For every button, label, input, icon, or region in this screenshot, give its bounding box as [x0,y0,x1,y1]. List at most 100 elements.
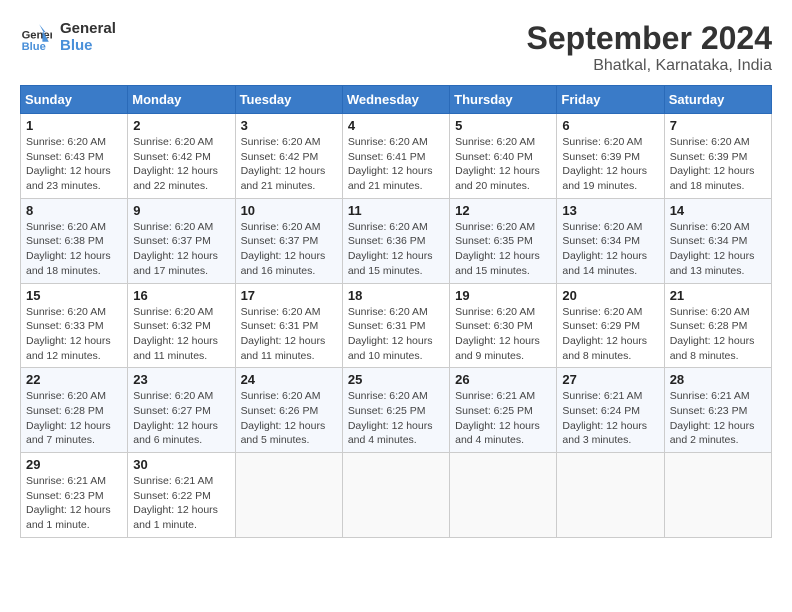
day-cell-13: 13 Sunrise: 6:20 AM Sunset: 6:34 PM Dayl… [557,198,664,283]
day-number: 15 [26,288,122,303]
day-number: 24 [241,372,337,387]
day-number: 6 [562,118,658,133]
day-info: Sunrise: 6:21 AM Sunset: 6:22 PM Dayligh… [133,474,229,533]
empty-cell-w4-d6 [664,453,771,538]
day-info: Sunrise: 6:20 AM Sunset: 6:27 PM Dayligh… [133,389,229,448]
day-cell-9: 9 Sunrise: 6:20 AM Sunset: 6:37 PM Dayli… [128,198,235,283]
day-number: 25 [348,372,444,387]
day-cell-19: 19 Sunrise: 6:20 AM Sunset: 6:30 PM Dayl… [450,283,557,368]
day-info: Sunrise: 6:21 AM Sunset: 6:24 PM Dayligh… [562,389,658,448]
day-number: 12 [455,203,551,218]
col-monday: Monday [128,86,235,114]
empty-cell-w4-d5 [557,453,664,538]
day-number: 27 [562,372,658,387]
day-info: Sunrise: 6:20 AM Sunset: 6:33 PM Dayligh… [26,305,122,364]
day-number: 10 [241,203,337,218]
day-info: Sunrise: 6:20 AM Sunset: 6:30 PM Dayligh… [455,305,551,364]
day-cell-10: 10 Sunrise: 6:20 AM Sunset: 6:37 PM Dayl… [235,198,342,283]
day-cell-4: 4 Sunrise: 6:20 AM Sunset: 6:41 PM Dayli… [342,114,449,199]
day-number: 21 [670,288,766,303]
day-number: 19 [455,288,551,303]
day-number: 4 [348,118,444,133]
calendar-week-3: 15 Sunrise: 6:20 AM Sunset: 6:33 PM Dayl… [21,283,772,368]
day-info: Sunrise: 6:20 AM Sunset: 6:26 PM Dayligh… [241,389,337,448]
day-number: 28 [670,372,766,387]
svg-text:Blue: Blue [22,41,46,53]
day-number: 17 [241,288,337,303]
day-number: 16 [133,288,229,303]
day-cell-27: 27 Sunrise: 6:21 AM Sunset: 6:24 PM Dayl… [557,368,664,453]
day-number: 3 [241,118,337,133]
day-info: Sunrise: 6:20 AM Sunset: 6:29 PM Dayligh… [562,305,658,364]
logo-line1: General [60,20,116,37]
day-cell-5: 5 Sunrise: 6:20 AM Sunset: 6:40 PM Dayli… [450,114,557,199]
day-info: Sunrise: 6:20 AM Sunset: 6:36 PM Dayligh… [348,220,444,279]
logo-line2: Blue [60,37,116,54]
calendar-week-4: 22 Sunrise: 6:20 AM Sunset: 6:28 PM Dayl… [21,368,772,453]
day-cell-30: 30 Sunrise: 6:21 AM Sunset: 6:22 PM Dayl… [128,453,235,538]
day-number: 7 [670,118,766,133]
calendar-week-5: 29 Sunrise: 6:21 AM Sunset: 6:23 PM Dayl… [21,453,772,538]
day-number: 22 [26,372,122,387]
day-info: Sunrise: 6:20 AM Sunset: 6:34 PM Dayligh… [562,220,658,279]
day-cell-1: 1 Sunrise: 6:20 AM Sunset: 6:43 PM Dayli… [21,114,128,199]
day-info: Sunrise: 6:20 AM Sunset: 6:32 PM Dayligh… [133,305,229,364]
day-info: Sunrise: 6:20 AM Sunset: 6:37 PM Dayligh… [241,220,337,279]
day-cell-21: 21 Sunrise: 6:20 AM Sunset: 6:28 PM Dayl… [664,283,771,368]
day-number: 9 [133,203,229,218]
logo-icon: General Blue [20,21,52,53]
col-friday: Friday [557,86,664,114]
day-cell-20: 20 Sunrise: 6:20 AM Sunset: 6:29 PM Dayl… [557,283,664,368]
col-wednesday: Wednesday [342,86,449,114]
empty-cell-w4-d4 [450,453,557,538]
day-number: 8 [26,203,122,218]
day-cell-3: 3 Sunrise: 6:20 AM Sunset: 6:42 PM Dayli… [235,114,342,199]
col-sunday: Sunday [21,86,128,114]
day-number: 5 [455,118,551,133]
day-number: 20 [562,288,658,303]
location-title: Bhatkal, Karnataka, India [527,57,772,75]
col-thursday: Thursday [450,86,557,114]
calendar-week-2: 8 Sunrise: 6:20 AM Sunset: 6:38 PM Dayli… [21,198,772,283]
day-info: Sunrise: 6:20 AM Sunset: 6:39 PM Dayligh… [670,135,766,194]
day-cell-24: 24 Sunrise: 6:20 AM Sunset: 6:26 PM Dayl… [235,368,342,453]
day-number: 29 [26,457,122,472]
month-title: September 2024 [527,20,772,57]
day-cell-15: 15 Sunrise: 6:20 AM Sunset: 6:33 PM Dayl… [21,283,128,368]
calendar-table: Sunday Monday Tuesday Wednesday Thursday… [20,85,772,538]
day-number: 30 [133,457,229,472]
day-info: Sunrise: 6:20 AM Sunset: 6:37 PM Dayligh… [133,220,229,279]
day-cell-25: 25 Sunrise: 6:20 AM Sunset: 6:25 PM Dayl… [342,368,449,453]
day-info: Sunrise: 6:20 AM Sunset: 6:41 PM Dayligh… [348,135,444,194]
day-info: Sunrise: 6:20 AM Sunset: 6:28 PM Dayligh… [670,305,766,364]
col-saturday: Saturday [664,86,771,114]
calendar-week-1: 1 Sunrise: 6:20 AM Sunset: 6:43 PM Dayli… [21,114,772,199]
day-info: Sunrise: 6:20 AM Sunset: 6:38 PM Dayligh… [26,220,122,279]
day-info: Sunrise: 6:20 AM Sunset: 6:31 PM Dayligh… [241,305,337,364]
day-number: 23 [133,372,229,387]
day-cell-22: 22 Sunrise: 6:20 AM Sunset: 6:28 PM Dayl… [21,368,128,453]
day-cell-2: 2 Sunrise: 6:20 AM Sunset: 6:42 PM Dayli… [128,114,235,199]
col-tuesday: Tuesday [235,86,342,114]
day-info: Sunrise: 6:21 AM Sunset: 6:23 PM Dayligh… [26,474,122,533]
title-block: September 2024 Bhatkal, Karnataka, India [527,20,772,75]
day-cell-17: 17 Sunrise: 6:20 AM Sunset: 6:31 PM Dayl… [235,283,342,368]
day-info: Sunrise: 6:20 AM Sunset: 6:42 PM Dayligh… [241,135,337,194]
day-number: 14 [670,203,766,218]
day-cell-29: 29 Sunrise: 6:21 AM Sunset: 6:23 PM Dayl… [21,453,128,538]
day-info: Sunrise: 6:20 AM Sunset: 6:31 PM Dayligh… [348,305,444,364]
day-info: Sunrise: 6:20 AM Sunset: 6:35 PM Dayligh… [455,220,551,279]
day-info: Sunrise: 6:20 AM Sunset: 6:42 PM Dayligh… [133,135,229,194]
day-number: 11 [348,203,444,218]
day-number: 26 [455,372,551,387]
day-number: 18 [348,288,444,303]
empty-cell-w4-d2 [235,453,342,538]
day-number: 13 [562,203,658,218]
day-cell-12: 12 Sunrise: 6:20 AM Sunset: 6:35 PM Dayl… [450,198,557,283]
day-number: 2 [133,118,229,133]
day-info: Sunrise: 6:20 AM Sunset: 6:25 PM Dayligh… [348,389,444,448]
day-cell-16: 16 Sunrise: 6:20 AM Sunset: 6:32 PM Dayl… [128,283,235,368]
day-cell-11: 11 Sunrise: 6:20 AM Sunset: 6:36 PM Dayl… [342,198,449,283]
day-cell-26: 26 Sunrise: 6:21 AM Sunset: 6:25 PM Dayl… [450,368,557,453]
page-header: General Blue General Blue September 2024… [20,20,772,75]
